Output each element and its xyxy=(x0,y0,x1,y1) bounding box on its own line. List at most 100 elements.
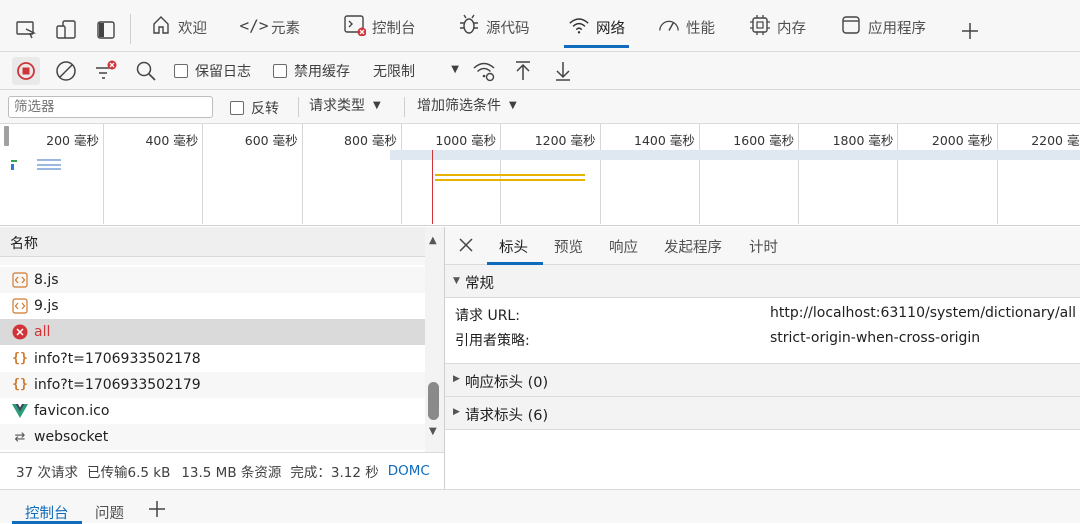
tab-memory[interactable]: 内存 xyxy=(749,14,806,48)
search-icon xyxy=(136,61,156,81)
export-har-button[interactable] xyxy=(552,58,574,84)
preserve-log-label: 保留日志 xyxy=(195,64,251,80)
network-overview[interactable]: 200 毫秒 400 毫秒 600 毫秒 800 毫秒 1000 毫秒 1200 毫秒 14… xyxy=(0,124,1080,226)
toggle-drawer-icon[interactable] xyxy=(94,18,118,42)
request-name: info?t=1706933502178 xyxy=(34,350,201,367)
request-url-value: http://localhost:63110/system/dictionary… xyxy=(770,305,1077,321)
request-row[interactable]: ⇄ websocket xyxy=(0,424,425,451)
record-icon xyxy=(17,62,35,80)
request-row[interactable]: all xyxy=(0,319,425,346)
scrollbar-thumb[interactable] xyxy=(428,382,439,420)
general-section-header[interactable]: ▼ 常规 xyxy=(445,265,1080,298)
device-emulation-icon[interactable] xyxy=(54,18,78,42)
referrer-policy-label: 引用者策略: xyxy=(455,333,530,349)
referrer-policy-value: strict-origin-when-cross-origin xyxy=(770,330,981,346)
record-button[interactable] xyxy=(12,57,40,85)
request-headers-title: 请求标头 (6) xyxy=(465,408,549,424)
overview-tick-label: 1000 毫秒 xyxy=(435,133,497,148)
wifi-settings-icon xyxy=(473,62,495,82)
scroll-up-icon[interactable]: ▲ xyxy=(429,235,437,246)
details-tab-initiator[interactable]: 发起程序 xyxy=(664,236,722,257)
invert-label: 反转 xyxy=(251,101,279,117)
details-tab-preview[interactable]: 预览 xyxy=(554,236,583,257)
divider xyxy=(298,97,299,117)
overview-tick-label: 200 毫秒 xyxy=(46,133,99,148)
tab-network[interactable]: 网络 xyxy=(564,14,629,48)
chevron-down-icon: ▼ xyxy=(451,64,459,75)
drawer-tab-issues[interactable]: 问题 xyxy=(95,502,124,523)
close-icon[interactable] xyxy=(457,236,475,258)
checkbox-box xyxy=(273,64,287,78)
request-row[interactable]: favicon.ico xyxy=(0,398,425,424)
tab-sources[interactable]: 源代码 xyxy=(458,14,530,48)
request-name: websocket xyxy=(34,429,109,446)
request-row[interactable]: 8.js xyxy=(0,267,425,293)
request-details-panel: 标头 预览 响应 发起程序 计时 ▼ 常规 请求 URL: http://loc… xyxy=(444,227,1080,489)
tab-elements[interactable]: </> 元素 xyxy=(240,14,300,48)
tab-application[interactable]: 应用程序 xyxy=(840,14,926,48)
overview-tick-label: 2000 毫秒 xyxy=(931,133,993,148)
tab-console[interactable]: 控制台 xyxy=(344,14,416,48)
overview-tick-label: 1400 毫秒 xyxy=(634,133,695,148)
response-headers-section[interactable]: ▶ 响应标头 (0) xyxy=(445,364,1080,397)
summary-transferred: 已传输6.5 kB xyxy=(86,464,171,481)
request-list-scrollbar[interactable]: ▲ ▼ xyxy=(425,227,444,452)
more-filters-label: 增加筛选条件 xyxy=(417,98,501,114)
vue-icon xyxy=(12,403,28,419)
overview-request-mark xyxy=(37,168,61,170)
more-filters-dropdown[interactable]: 增加筛选条件 ▼ xyxy=(417,92,517,118)
app-icon xyxy=(840,14,862,36)
details-tab-timing[interactable]: 计时 xyxy=(749,236,778,257)
overview-tick-label: 1200 毫秒 xyxy=(534,133,596,148)
overview-request-mark xyxy=(37,164,61,166)
drawer-tab-console[interactable]: 控制台 xyxy=(25,502,69,523)
wifi-icon xyxy=(568,14,590,36)
filter-toggle-button[interactable] xyxy=(94,58,118,84)
request-name: favicon.ico xyxy=(34,403,110,419)
disable-cache-checkbox[interactable]: 禁用缓存 xyxy=(273,58,350,84)
details-tab-headers[interactable]: 标头 xyxy=(499,236,528,257)
request-row[interactable]: 9.js xyxy=(0,293,425,320)
overview-tick-label: 2200 毫秒 xyxy=(1031,133,1080,148)
filter-bar: 反转 请求类型 ▼ 增加筛选条件 ▼ xyxy=(0,90,1080,124)
request-name: all xyxy=(34,324,51,341)
overview-request-mark xyxy=(11,164,14,170)
preserve-log-checkbox[interactable]: 保留日志 xyxy=(174,58,251,84)
request-list-header[interactable]: 名称 xyxy=(0,227,444,257)
chevron-down-icon: ▼ xyxy=(373,99,381,111)
clear-button[interactable] xyxy=(55,58,77,84)
inspect-element-icon[interactable] xyxy=(14,18,38,42)
throttle-select[interactable]: 无限制 ▼ xyxy=(373,58,463,84)
general-section-body: 请求 URL: http://localhost:63110/system/di… xyxy=(445,298,1080,364)
tab-label: 性能 xyxy=(686,21,715,37)
script-icon xyxy=(12,272,28,288)
network-conditions-button[interactable] xyxy=(472,58,496,84)
expand-open-icon: ▼ xyxy=(453,276,460,286)
invert-checkbox[interactable]: 反转 xyxy=(230,95,279,121)
tab-label: 网络 xyxy=(596,21,625,37)
overview-load-marker xyxy=(432,150,433,224)
request-row[interactable]: {} info?t=1706933502178 xyxy=(0,345,425,372)
overview-tick-label: 400 毫秒 xyxy=(145,133,199,148)
request-name: 9.js xyxy=(34,298,59,315)
request-row[interactable]: {} info?t=1706933502179 xyxy=(0,371,425,398)
search-button[interactable] xyxy=(135,58,157,84)
request-headers-section[interactable]: ▶ 请求标头 (6) xyxy=(445,397,1080,430)
request-name: 8.js xyxy=(34,272,59,288)
request-type-dropdown[interactable]: 请求类型 ▼ xyxy=(309,92,381,118)
details-tab-response[interactable]: 响应 xyxy=(609,236,638,257)
import-har-button[interactable] xyxy=(512,58,534,84)
scroll-down-icon[interactable]: ▼ xyxy=(429,426,437,437)
filter-input[interactable] xyxy=(8,96,213,118)
name-column-header: 名称 xyxy=(10,236,38,252)
divider xyxy=(130,14,131,44)
add-tab-icon[interactable] xyxy=(958,19,982,43)
response-headers-title: 响应标头 (0) xyxy=(465,375,549,391)
clear-icon xyxy=(56,61,76,81)
overview-request-mark xyxy=(37,159,61,161)
summary-resources: 13.5 MB 条资源 xyxy=(181,464,282,481)
add-drawer-tab-icon[interactable] xyxy=(148,500,166,522)
tab-performance[interactable]: 性能 xyxy=(658,14,715,48)
tab-welcome[interactable]: 欢迎 xyxy=(150,14,207,48)
tab-label: 欢迎 xyxy=(178,21,207,37)
